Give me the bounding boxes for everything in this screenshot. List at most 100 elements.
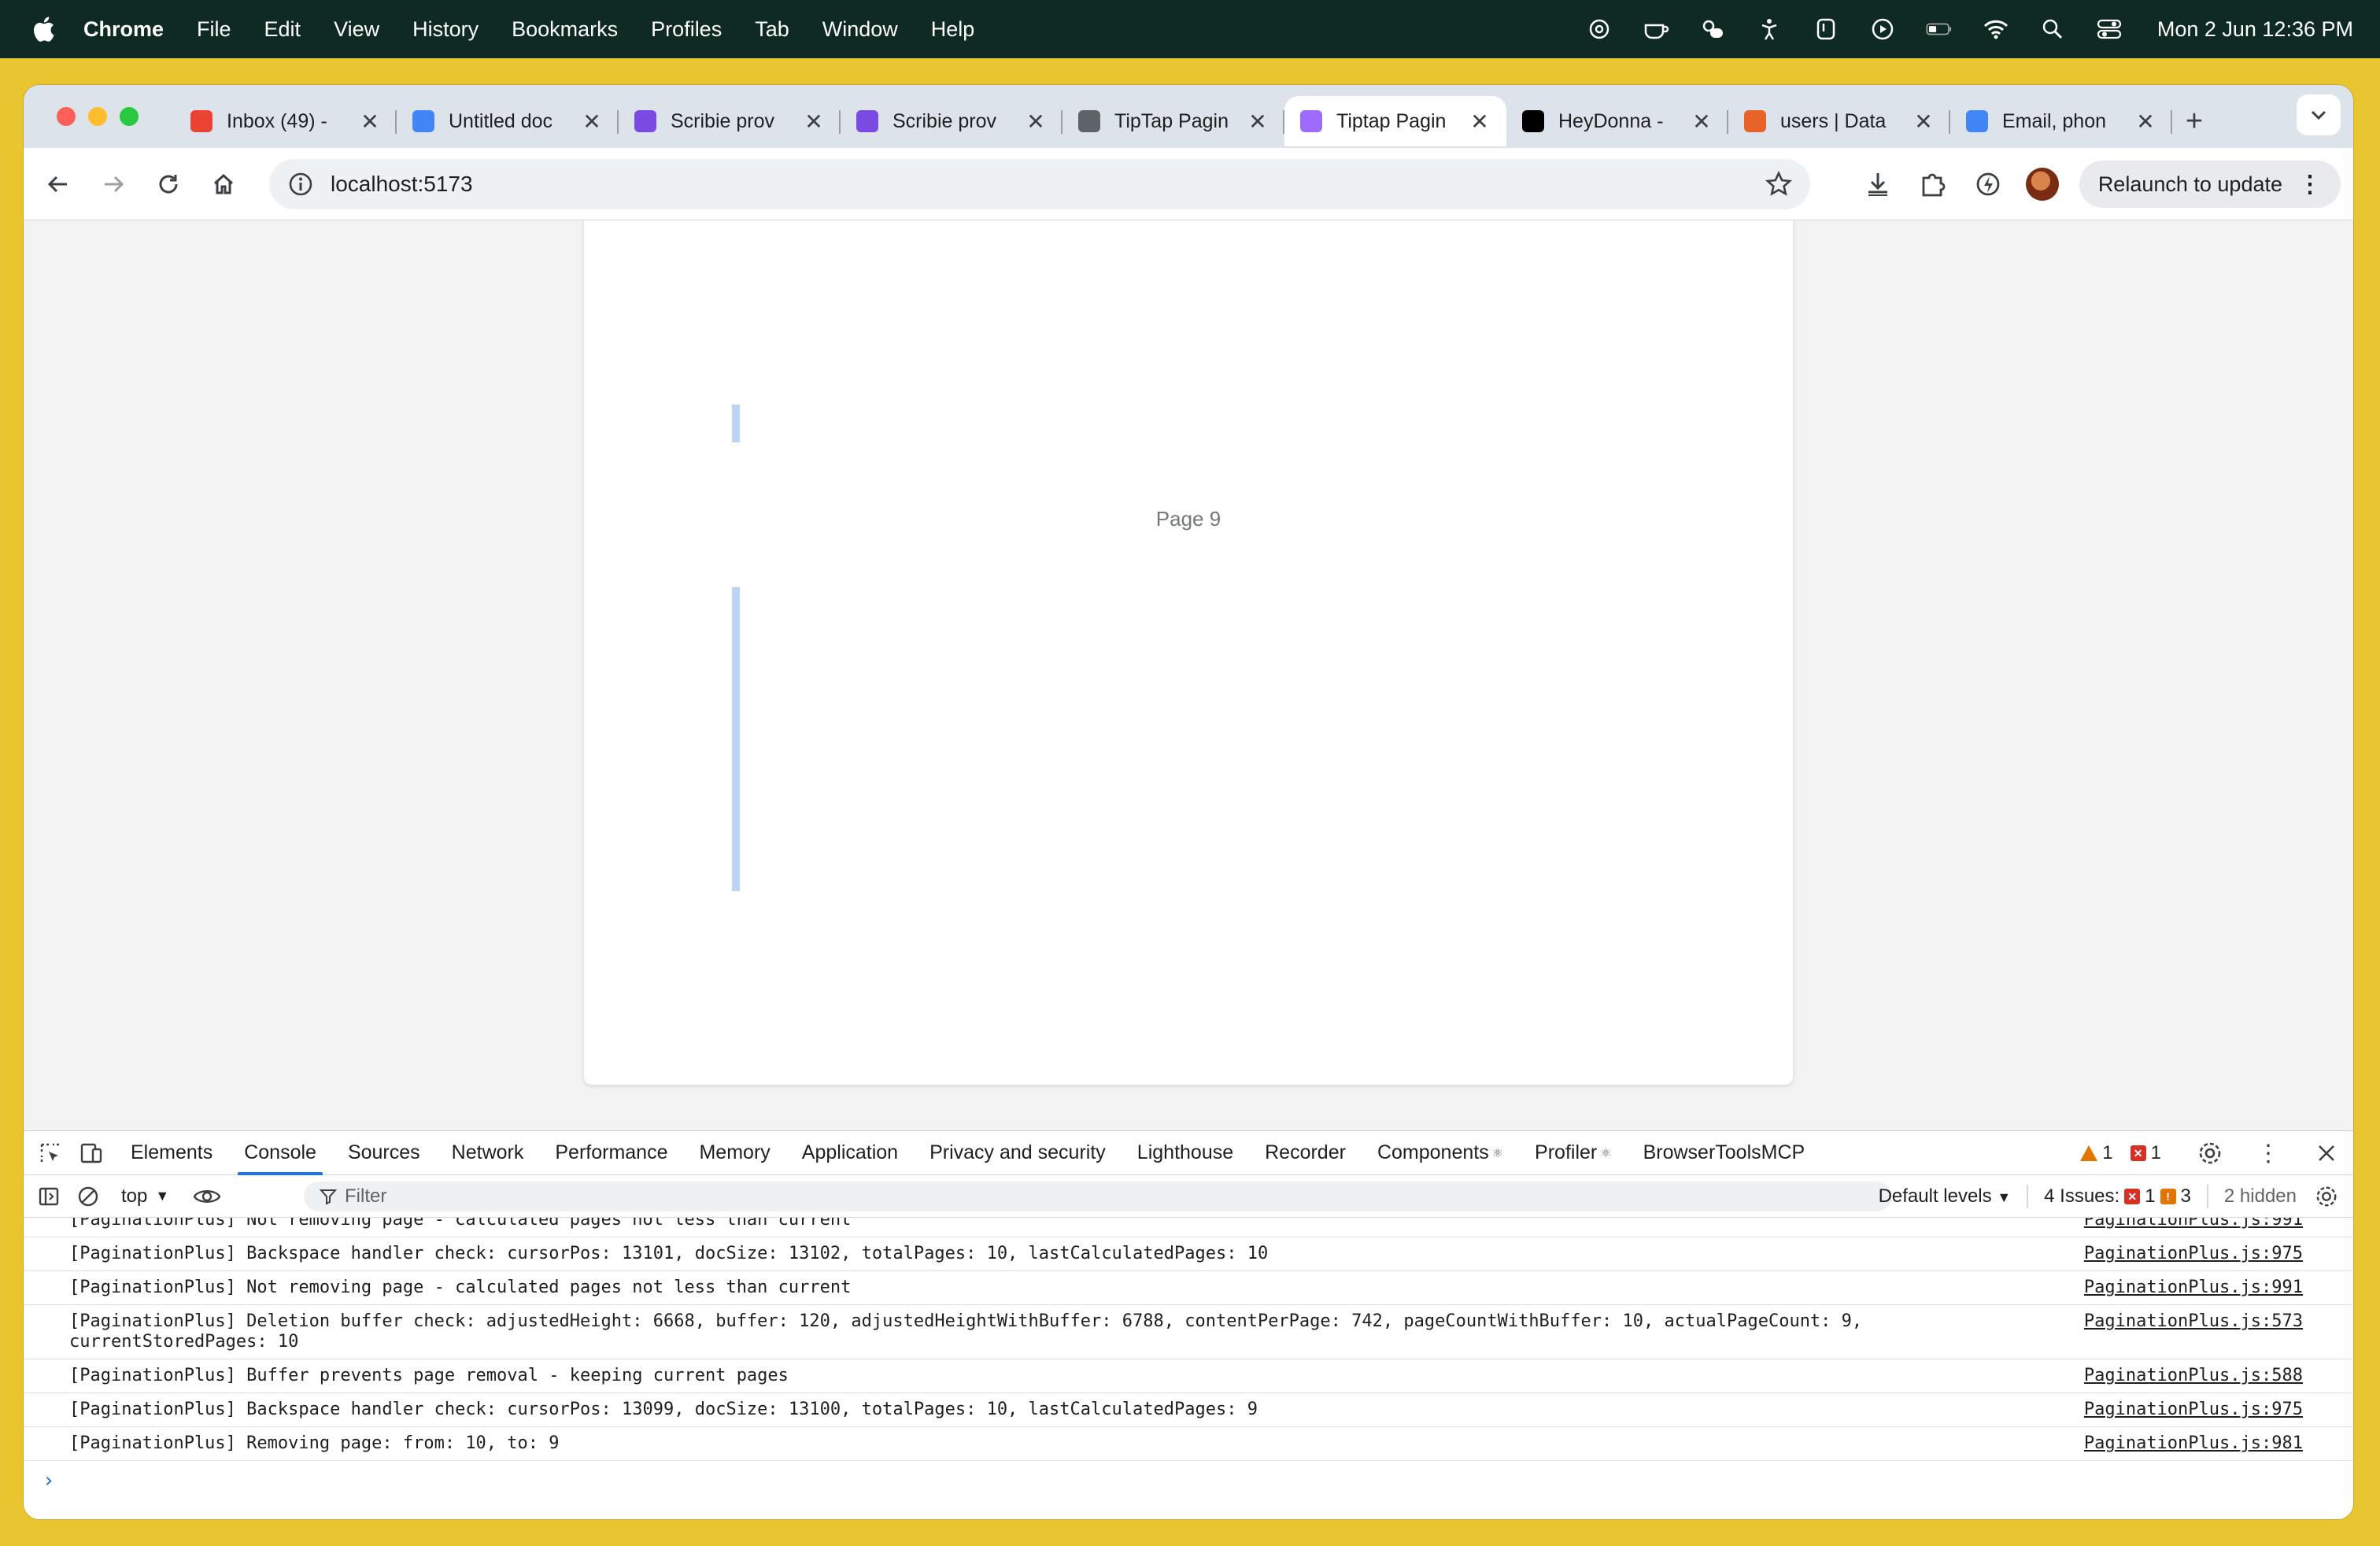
devtools-tab-console[interactable]: Console xyxy=(228,1131,332,1175)
tab-close-icon[interactable]: ✕ xyxy=(2134,109,2156,135)
extensions-icon[interactable] xyxy=(1916,167,1950,202)
menu-history[interactable]: History xyxy=(412,17,479,42)
tab-close-icon[interactable]: ✕ xyxy=(1691,109,1713,135)
live-expression-eye-icon[interactable] xyxy=(193,1182,221,1211)
devtools-tab-components[interactable]: Components ⚛ xyxy=(1362,1131,1519,1175)
tab-search-button[interactable] xyxy=(2297,94,2341,135)
site-info-icon[interactable] xyxy=(286,170,315,198)
devtools-tab-profiler[interactable]: Profiler ⚛ xyxy=(1519,1131,1628,1175)
console-filter-input[interactable]: Filter xyxy=(304,1182,1892,1211)
devtools-tab-privacy-and-security[interactable]: Privacy and security xyxy=(914,1131,1122,1175)
browser-tab[interactable]: TipTap Pagin ✕ xyxy=(1062,96,1284,146)
menu-view[interactable]: View xyxy=(334,17,379,42)
play-icon[interactable] xyxy=(1869,17,1896,41)
tab-close-icon[interactable]: ✕ xyxy=(359,109,381,135)
openai-icon[interactable] xyxy=(1586,17,1613,41)
inspect-element-icon[interactable] xyxy=(36,1139,65,1167)
control-center-icon[interactable] xyxy=(2096,17,2123,41)
editor-page[interactable]: Page 9 xyxy=(584,220,1793,1085)
reload-button[interactable] xyxy=(146,162,190,206)
tab-close-icon[interactable]: ✕ xyxy=(1025,109,1047,135)
back-button[interactable] xyxy=(36,162,80,206)
coffee-icon[interactable] xyxy=(1643,17,1669,41)
weather-icon[interactable] xyxy=(1699,17,1726,41)
console-log-source-link[interactable]: PaginationPlus.js:981 xyxy=(2084,1433,2303,1454)
menu-tab[interactable]: Tab xyxy=(755,17,789,42)
console-log-source-link[interactable]: PaginationPlus.js:573 xyxy=(2084,1311,2303,1332)
browser-tab[interactable]: Email, phon ✕ xyxy=(1950,96,2172,146)
address-bar[interactable]: localhost:5173 xyxy=(269,159,1810,209)
bookmark-star-icon[interactable] xyxy=(1765,170,1793,198)
menu-help[interactable]: Help xyxy=(931,17,975,42)
menubar-clock[interactable]: Mon 2 Jun 12:36 PM xyxy=(2157,17,2353,42)
console-prompt-chevron-icon[interactable]: › xyxy=(24,1461,2353,1492)
device-toolbar-icon[interactable] xyxy=(77,1139,105,1167)
apple-logo-icon[interactable] xyxy=(31,16,55,43)
devtools-tab-memory[interactable]: Memory xyxy=(683,1131,785,1175)
downloads-icon[interactable] xyxy=(1861,167,1895,202)
browser-tab[interactable]: Untitled doc ✕ xyxy=(397,96,619,146)
tab-close-icon[interactable]: ✕ xyxy=(803,109,825,135)
browser-tab[interactable]: Tiptap Pagin ✕ xyxy=(1284,96,1506,146)
console-log-source-link[interactable]: PaginationPlus.js:588 xyxy=(2084,1366,2303,1386)
browser-tab[interactable]: Inbox (49) - ✕ xyxy=(175,96,397,146)
battery-icon[interactable] xyxy=(1926,17,1953,41)
warning-count-badge[interactable]: 1 xyxy=(2080,1142,2113,1164)
menu-window[interactable]: Window xyxy=(822,17,898,42)
menu-file[interactable]: File xyxy=(197,17,231,42)
menu-app-chrome[interactable]: Chrome xyxy=(83,17,164,42)
error-count-badge[interactable]: ✕ 1 xyxy=(2130,1142,2161,1164)
tab-close-icon[interactable]: ✕ xyxy=(1247,109,1269,135)
browser-tab[interactable]: users | Data ✕ xyxy=(1728,96,1950,146)
issues-button[interactable]: 4 Issues: ✕ 1 ! 3 xyxy=(2044,1185,2191,1208)
issues-warning-count: 3 xyxy=(2180,1185,2191,1207)
page-number-label: Page 9 xyxy=(1155,507,1221,531)
console-settings-gear-icon[interactable] xyxy=(2312,1182,2341,1211)
issue-error-icon: ✕ xyxy=(2124,1189,2141,1204)
browser-tab[interactable]: Scribie prov ✕ xyxy=(619,96,841,146)
performance-icon[interactable] xyxy=(1971,167,2005,202)
devtools-tab-browsertoolsmcp[interactable]: BrowserToolsMCP xyxy=(1628,1131,1821,1175)
forward-button[interactable] xyxy=(91,162,135,206)
tab-title: HeyDonna - xyxy=(1558,109,1664,132)
browser-tab[interactable]: HeyDonna - ✕ xyxy=(1506,96,1728,146)
devtools-tab-network[interactable]: Network xyxy=(436,1131,540,1175)
address-url[interactable]: localhost:5173 xyxy=(331,172,473,197)
clear-console-icon[interactable] xyxy=(74,1182,102,1211)
devtools-tab-recorder[interactable]: Recorder xyxy=(1249,1131,1362,1175)
console-log-source-link[interactable]: PaginationPlus.js:975 xyxy=(2084,1244,2303,1264)
devtools-tab-elements[interactable]: Elements xyxy=(115,1131,228,1175)
console-log-source-link[interactable]: PaginationPlus.js:991 xyxy=(2084,1218,2303,1230)
wifi-icon[interactable] xyxy=(1983,17,2009,41)
close-devtools-icon[interactable] xyxy=(2312,1139,2341,1167)
new-tab-button[interactable]: + xyxy=(2172,96,2216,146)
chrome-window: Inbox (49) - ✕ Untitled doc ✕ Scribie prov ✕ S… xyxy=(24,85,2353,1519)
devtools-tab-performance[interactable]: Performance xyxy=(539,1131,683,1175)
bookmark-app-icon[interactable] xyxy=(1813,17,1839,41)
menu-bookmarks[interactable]: Bookmarks xyxy=(512,17,618,42)
menu-edit[interactable]: Edit xyxy=(264,17,301,42)
devtools-tab-application[interactable]: Application xyxy=(786,1131,914,1175)
settings-gear-icon[interactable] xyxy=(2196,1139,2224,1167)
minimize-window-button[interactable] xyxy=(88,107,107,126)
home-button[interactable] xyxy=(201,162,246,206)
console-log-source-link[interactable]: PaginationPlus.js:975 xyxy=(2084,1400,2303,1420)
spotlight-search-icon[interactable] xyxy=(2039,17,2066,41)
devtools-tab-lighthouse[interactable]: Lighthouse xyxy=(1122,1131,1249,1175)
tab-close-icon[interactable]: ✕ xyxy=(581,109,603,135)
zoom-window-button[interactable] xyxy=(120,107,139,126)
context-selector[interactable]: top ▼ xyxy=(121,1185,169,1208)
profile-avatar[interactable] xyxy=(2025,168,2059,201)
console-log-source-link[interactable]: PaginationPlus.js:991 xyxy=(2084,1278,2303,1298)
accessibility-icon[interactable] xyxy=(1756,17,1783,41)
browser-tab[interactable]: Scribie prov ✕ xyxy=(841,96,1062,146)
tab-close-icon[interactable]: ✕ xyxy=(1913,109,1935,135)
relaunch-to-update-button[interactable]: Relaunch to update ⋮ xyxy=(2079,161,2341,208)
tab-close-icon[interactable]: ✕ xyxy=(1469,109,1491,135)
default-levels-dropdown[interactable]: Default levels ▼ xyxy=(1879,1185,2012,1208)
devtools-tab-sources[interactable]: Sources xyxy=(332,1131,436,1175)
menu-profiles[interactable]: Profiles xyxy=(651,17,722,42)
sidebar-toggle-icon[interactable] xyxy=(35,1182,63,1211)
more-options-icon[interactable]: ⋮ xyxy=(2254,1139,2282,1167)
close-window-button[interactable] xyxy=(57,107,76,126)
